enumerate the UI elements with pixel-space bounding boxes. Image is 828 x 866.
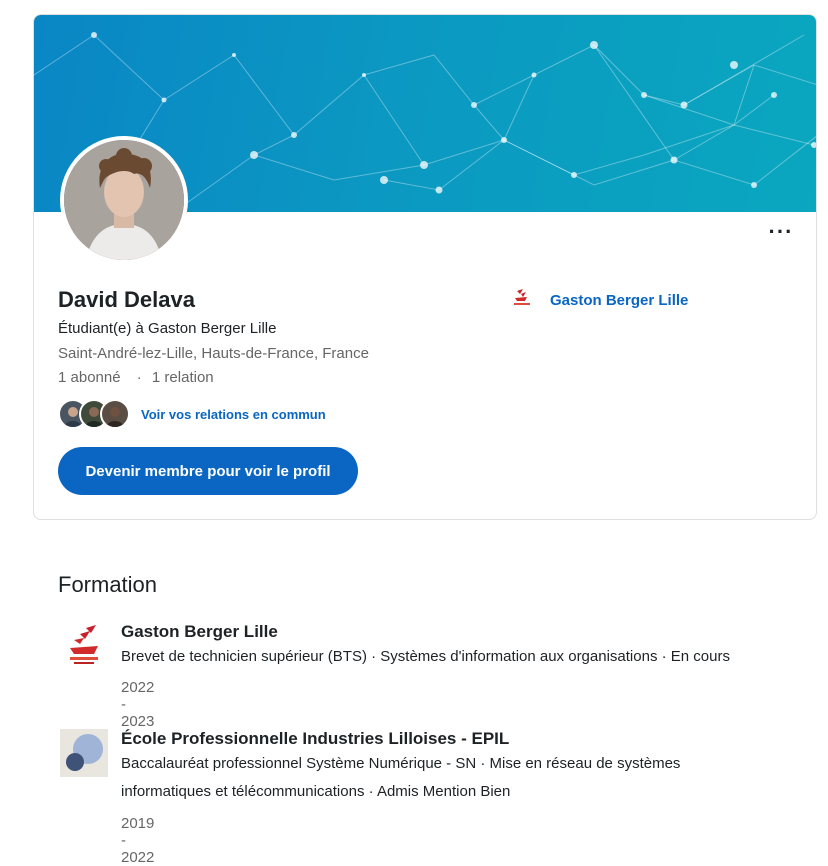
current-school-label: Gaston Berger Lille <box>550 292 689 309</box>
profile-card: ··· David Delava Étudiant(e) à Gaston Be… <box>33 14 817 520</box>
mutual-connections[interactable]: Voir vos relations en commun <box>58 399 326 429</box>
epil-logo <box>60 729 108 777</box>
profile-counts: 1 abonné · 1 relation <box>58 369 214 386</box>
join-to-view-profile-button[interactable]: Devenir membre pour voir le profil <box>58 447 358 495</box>
education-school-name[interactable]: Gaston Berger Lille <box>121 622 278 642</box>
connections-count: 1 relation <box>151 369 214 386</box>
education-description: Brevet de technicien supérieur (BTS) · S… <box>121 648 730 665</box>
formation-section-title: Formation <box>58 572 158 597</box>
gaston-berger-logo-icon <box>511 287 533 314</box>
followers-count: 1 abonné <box>58 369 121 386</box>
education-dates: 2019 - 2022 <box>121 815 155 866</box>
education-description-line-1: Baccalauréat professionnel Système Numér… <box>121 755 681 772</box>
mutual-connections-link[interactable]: Voir vos relations en commun <box>141 407 326 422</box>
education-dates: 2022 - 2023 <box>121 679 155 730</box>
education-school-name[interactable]: École Professionnelle Industries Lillois… <box>121 729 509 749</box>
gaston-berger-logo <box>60 622 108 670</box>
more-options-button[interactable]: ··· <box>766 221 796 247</box>
mutual-avatar-3 <box>100 399 130 429</box>
profile-location: Saint-André-lez-Lille, Hauts-de-France, … <box>58 345 369 362</box>
profile-name: David Delava <box>58 287 195 312</box>
current-school-link[interactable]: Gaston Berger Lille <box>511 287 688 314</box>
education-description-line-2: informatiques et télécommunications · Ad… <box>121 783 511 800</box>
separator: · <box>136 369 142 386</box>
profile-avatar[interactable] <box>60 136 188 264</box>
ellipsis-icon: ··· <box>768 219 794 244</box>
avatar-photo <box>64 140 184 260</box>
profile-headline: Étudiant(e) à Gaston Berger Lille <box>58 320 277 337</box>
